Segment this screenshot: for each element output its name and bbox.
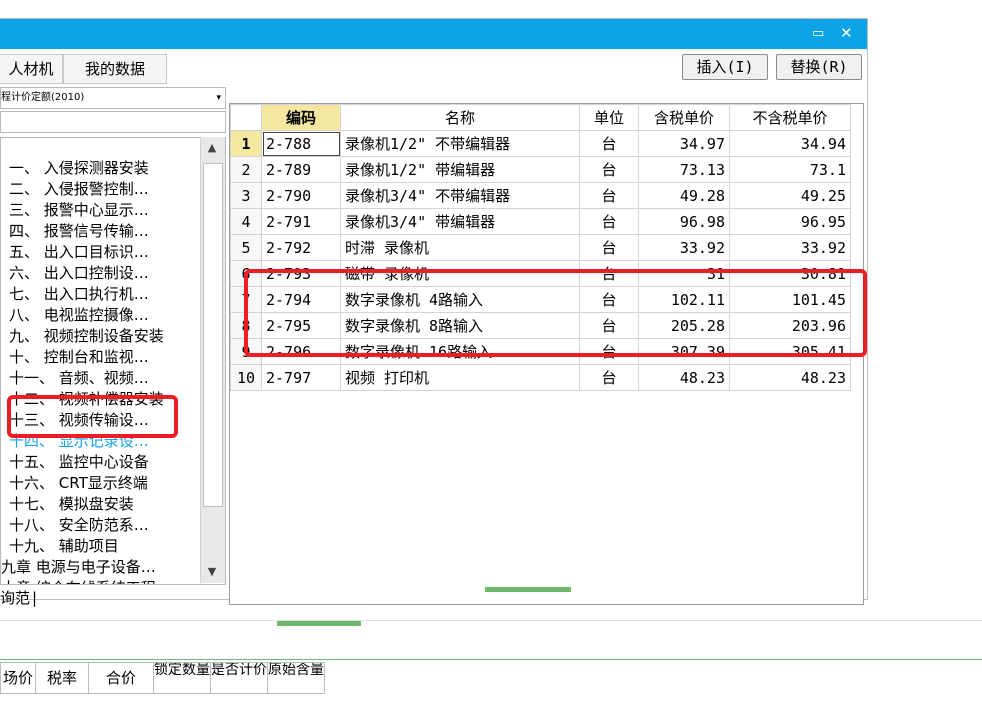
cell-notax-price: 96.95 xyxy=(729,208,851,235)
detail-column-header[interactable]: 是否计价 xyxy=(210,662,268,694)
cell-unit: 台 xyxy=(579,156,639,183)
tree-item[interactable]: 二、 入侵报警控制… xyxy=(9,179,149,199)
tree-item[interactable]: 十九、 辅助项目 xyxy=(9,536,119,556)
tree-item[interactable]: 十七、 模拟盘安装 xyxy=(9,494,134,514)
row-number: 4 xyxy=(230,208,262,235)
highlight-selected-chapter xyxy=(7,395,178,438)
detail-column-header[interactable]: 合价 xyxy=(88,662,154,694)
detail-column-header[interactable]: 原始含量 xyxy=(267,662,325,694)
column-header-name[interactable]: 名称 xyxy=(340,104,580,131)
tree-item[interactable]: 七、 出入口执行机… xyxy=(9,284,149,304)
maximize-icon[interactable]: ▭ xyxy=(812,26,824,41)
cell-tax-price: 73.13 xyxy=(638,156,730,183)
tree-item[interactable]: 三、 报警中心显示… xyxy=(9,200,149,220)
cell-code: 2-788 xyxy=(261,130,341,157)
cell-code: 2-792 xyxy=(261,234,341,261)
quota-selector-value: 程计价定额(2010) xyxy=(1,92,85,103)
dialog-titlebar: ▭ ✕ xyxy=(0,19,867,49)
table-row[interactable]: 10 2-797 视频 打印机台 48.23 48.23 xyxy=(230,364,851,391)
row-number: 1 xyxy=(230,130,262,157)
tree-item[interactable]: 十一、 音频、视频… xyxy=(9,368,149,388)
tree-item[interactable]: 六、 出入口控制设… xyxy=(9,263,149,283)
detail-column-header[interactable]: 税率 xyxy=(35,662,89,694)
row-number: 3 xyxy=(230,182,262,209)
lower-divider xyxy=(0,659,982,660)
cell-tax-price: 49.28 xyxy=(638,182,730,209)
table-header-row: 编码 名称 单位 含税单价 不含税单价 xyxy=(230,104,851,131)
insert-button[interactable]: 插入(I) xyxy=(682,54,768,80)
lower-splitter-handle[interactable] xyxy=(277,621,361,626)
cell-unit: 台 xyxy=(579,182,639,209)
cell-tax-price: 34.97 xyxy=(638,130,730,157)
cell-notax-price: 48.23 xyxy=(729,364,851,391)
cell-tax-price: 33.92 xyxy=(638,234,730,261)
table-row[interactable]: 3 2-790 录像机3/4" 不带编辑器台 49.28 49.25 xyxy=(230,182,851,209)
tab-materials[interactable]: 人材机 xyxy=(0,54,63,84)
cell-notax-price: 73.1 xyxy=(729,156,851,183)
cell-unit: 台 xyxy=(579,130,639,157)
tab-materials-label: 人材机 xyxy=(8,60,54,78)
row-number-header xyxy=(230,104,262,131)
table-row[interactable]: 2 2-789 录像机1/2" 带编辑器台 73.13 73.1 xyxy=(230,156,851,183)
column-header-tax-price[interactable]: 含税单价 xyxy=(638,104,730,131)
tree-item[interactable]: 九章 电源与电子设备… xyxy=(1,557,156,577)
tree-item[interactable]: 十章 综合布线系统工程 xyxy=(1,578,156,584)
tree-item[interactable]: 五、 出入口目标识… xyxy=(9,242,149,262)
filter-input[interactable] xyxy=(0,111,226,133)
tree-item[interactable]: 十八、 安全防范系… xyxy=(9,515,149,535)
cell-code: 2-789 xyxy=(261,156,341,183)
table-row[interactable]: 4 2-791 录像机3/4" 带编辑器台 96.98 96.95 xyxy=(230,208,851,235)
cell-tax-price: 96.98 xyxy=(638,208,730,235)
tree-item[interactable]: 九、 视频控制设备安装 xyxy=(9,326,164,346)
divider xyxy=(0,620,982,621)
replace-button[interactable]: 替换(R) xyxy=(776,54,862,80)
cell-name: 录像机1/2" 不带编辑器 xyxy=(340,130,580,157)
cell-notax-price: 34.94 xyxy=(729,130,851,157)
cell-name: 视频 打印机 xyxy=(340,364,580,391)
cell-code: 2-790 xyxy=(261,182,341,209)
close-icon[interactable]: ✕ xyxy=(840,24,853,42)
cell-unit: 台 xyxy=(579,208,639,235)
cell-code: 2-791 xyxy=(261,208,341,235)
row-number: 10 xyxy=(230,364,262,391)
table-row[interactable]: 5 2-792 时滞 录像机台 33.92 33.92 xyxy=(230,234,851,261)
scroll-down-icon[interactable]: ▼ xyxy=(200,561,224,583)
cell-notax-price: 33.92 xyxy=(729,234,851,261)
cell-unit: 台 xyxy=(579,234,639,261)
cell-code: 2-797 xyxy=(261,364,341,391)
tree-item[interactable]: 四、 报警信号传输… xyxy=(9,221,149,241)
cell-name: 录像机3/4" 带编辑器 xyxy=(340,208,580,235)
row-number: 2 xyxy=(230,156,262,183)
cell-name: 录像机3/4" 不带编辑器 xyxy=(340,182,580,209)
search-scope-label: 询范| xyxy=(0,589,40,607)
tree-scrollbar-thumb[interactable] xyxy=(203,163,223,507)
detail-column-header[interactable]: 场价 xyxy=(0,662,36,694)
column-header-unit[interactable]: 单位 xyxy=(579,104,639,131)
quota-selector[interactable]: 程计价定额(2010) ▾ xyxy=(0,87,226,109)
cell-tax-price: 48.23 xyxy=(638,364,730,391)
tree-item[interactable]: 十、 控制台和监视… xyxy=(9,347,149,367)
cell-name: 录像机1/2" 带编辑器 xyxy=(340,156,580,183)
cell-name: 时滞 录像机 xyxy=(340,234,580,261)
tab-my-data-label: 我的数据 xyxy=(84,60,145,78)
tree-item[interactable]: 一、 入侵探测器安装 xyxy=(9,158,149,178)
tree-item[interactable]: 八、 电视监控摄像… xyxy=(9,305,149,325)
chevron-down-icon[interactable]: ▾ xyxy=(216,88,221,108)
grid-splitter-handle[interactable] xyxy=(485,587,571,592)
highlight-digital-recorders xyxy=(244,269,867,357)
tree-item[interactable]: 十五、 监控中心设备 xyxy=(9,452,149,472)
cell-unit: 台 xyxy=(579,364,639,391)
table-row[interactable]: 1 2-788 录像机1/2" 不带编辑器台 34.97 34.94 xyxy=(230,130,851,157)
chapter-tree: 一、 入侵探测器安装 二、 入侵报警控制… 三、 报警中心显示… 四、 报警信号传输…… xyxy=(0,137,226,585)
row-number: 5 xyxy=(230,234,262,261)
scroll-up-icon[interactable]: ▲ xyxy=(200,137,224,159)
detail-column-header[interactable]: 锁定数量 xyxy=(153,662,211,694)
tab-my-data[interactable]: 我的数据 xyxy=(63,54,167,84)
column-header-notax-price[interactable]: 不含税单价 xyxy=(729,104,851,131)
column-header-code[interactable]: 编码 xyxy=(261,104,341,131)
cell-notax-price: 49.25 xyxy=(729,182,851,209)
tree-item[interactable]: 十六、 CRT显示终端 xyxy=(9,473,148,493)
